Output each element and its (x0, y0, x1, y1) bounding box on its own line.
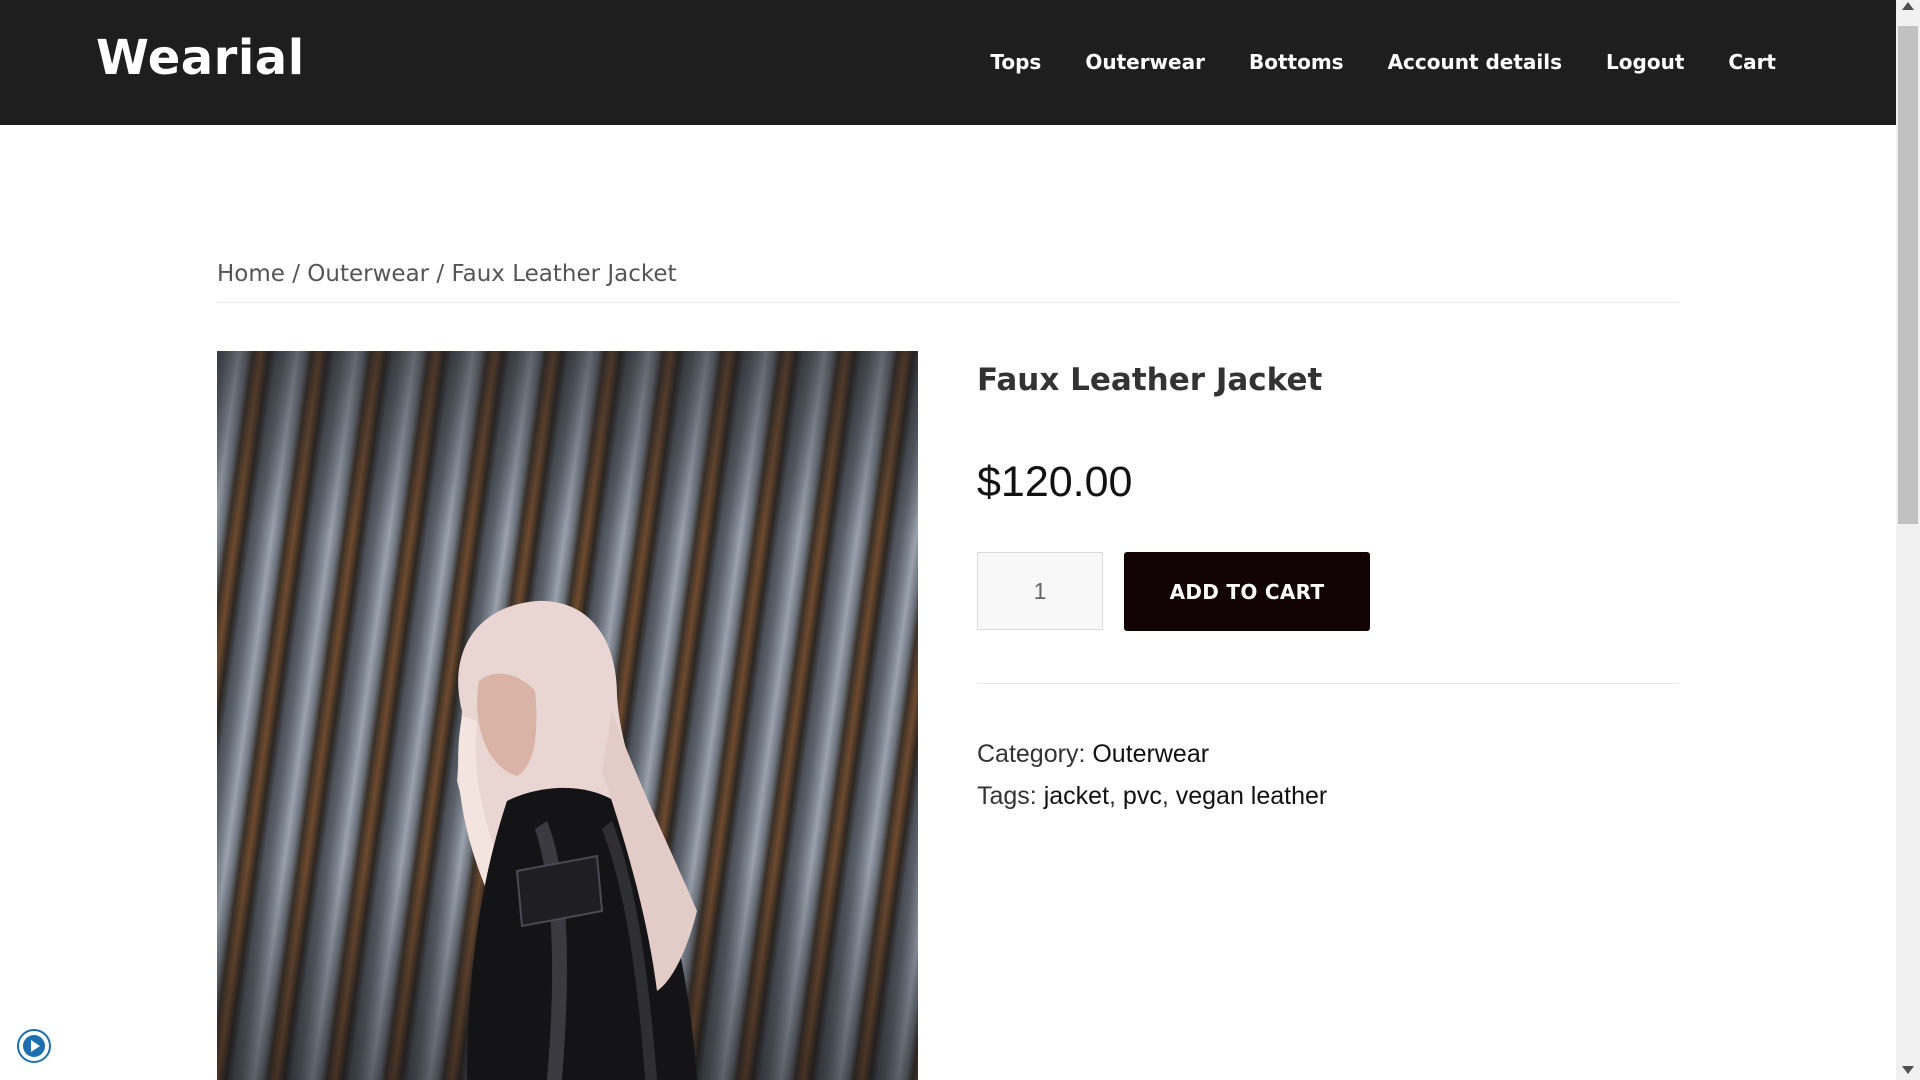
breadcrumb-separator: / (284, 261, 308, 287)
scroll-thumb[interactable] (1898, 26, 1918, 524)
accessibility-icon-inner (23, 1035, 45, 1057)
breadcrumb-divider (217, 302, 1679, 303)
page-scrollbar[interactable] (1896, 0, 1920, 1080)
product-photo-illustration (457, 600, 697, 1080)
tags-label: Tags: (977, 782, 1044, 810)
product-title: Faux Leather Jacket (977, 362, 1323, 398)
tag-separator: , (1161, 782, 1176, 810)
nav-item-tops[interactable]: Tops (990, 50, 1041, 74)
tag-link[interactable]: vegan leather (1176, 782, 1328, 810)
tag-separator: , (1109, 782, 1123, 810)
breadcrumb-home-link[interactable]: Home (217, 261, 285, 287)
product-price: $120.00 (977, 458, 1133, 506)
quantity-input[interactable] (977, 552, 1103, 630)
add-to-cart-button[interactable]: ADD TO CART (1124, 552, 1370, 631)
main-nav: Tops Outerwear Bottoms Account details L… (946, 50, 1776, 74)
category-label: Category: (977, 740, 1093, 768)
nav-item-bottoms[interactable]: Bottoms (1249, 50, 1344, 74)
nav-item-outerwear[interactable]: Outerwear (1085, 50, 1205, 74)
nav-item-logout[interactable]: Logout (1606, 50, 1684, 74)
breadcrumb-current: Faux Leather Jacket (451, 261, 677, 287)
product-category: Category: Outerwear (977, 740, 1209, 769)
summary-divider (977, 683, 1679, 684)
nav-item-account-details[interactable]: Account details (1388, 50, 1562, 74)
tag-link[interactable]: pvc (1123, 782, 1162, 810)
tag-link[interactable]: jacket (1044, 782, 1109, 810)
nav-item-cart[interactable]: Cart (1728, 50, 1776, 74)
product-image[interactable] (217, 351, 918, 1080)
breadcrumb: Home / Outerwear / Faux Leather Jacket (217, 261, 677, 287)
product-tags: Tags: jacket, pvc, vegan leather (977, 782, 1327, 811)
category-link[interactable]: Outerwear (1092, 740, 1209, 768)
breadcrumb-category-link[interactable]: Outerwear (307, 261, 429, 287)
play-icon (31, 1040, 40, 1052)
breadcrumb-separator: / (429, 261, 452, 287)
site-header: Wearial Tops Outerwear Bottoms Account d… (0, 0, 1896, 125)
scroll-down-arrow-icon[interactable] (1902, 1066, 1914, 1074)
site-logo[interactable]: Wearial (96, 30, 305, 86)
accessibility-play-icon[interactable] (17, 1029, 51, 1063)
scroll-up-arrow-icon[interactable] (1902, 2, 1914, 10)
